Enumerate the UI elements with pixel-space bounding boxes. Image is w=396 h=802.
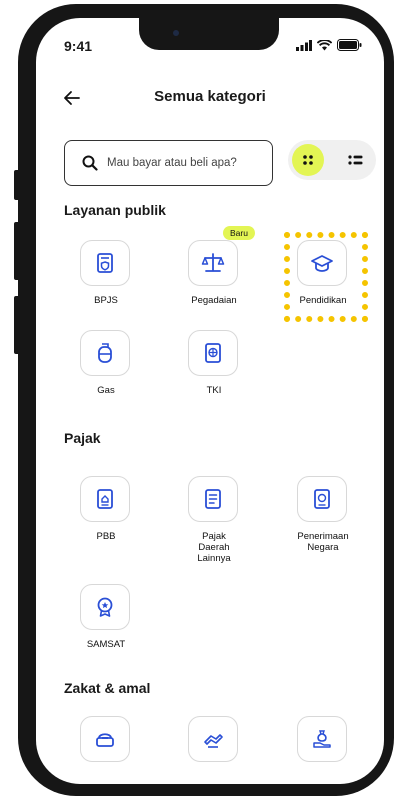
award-badge-icon (97, 597, 113, 617)
category-tki[interactable]: TKI (164, 330, 264, 406)
document-house-icon (97, 489, 113, 509)
category-label: SAMSAT (86, 639, 126, 650)
search-icon (82, 155, 98, 171)
category-icon-box (297, 476, 347, 522)
category-label: Pajak Daerah Lainnya (197, 531, 231, 564)
section-title-layanan-publik: Layanan publik (64, 202, 166, 218)
category-bpjs[interactable]: BPJS (56, 240, 156, 316)
grid-dots-icon (303, 155, 313, 165)
category-icon-box (297, 716, 347, 762)
section-title-pajak: Pajak (64, 430, 101, 446)
document-money-icon (314, 489, 330, 509)
notch (139, 18, 279, 50)
wifi-icon (317, 39, 332, 50)
passport-icon (205, 343, 221, 363)
money-bag-hand-icon (313, 730, 331, 748)
list-view-button[interactable] (340, 144, 372, 176)
category-pajak-daerah-lainnya[interactable]: Pajak Daerah Lainnya (164, 476, 264, 564)
section-title-zakat-amal: Zakat & amal (64, 680, 151, 696)
category-pbb[interactable]: PBB (56, 476, 156, 552)
donation-box-icon (96, 733, 114, 747)
category-label: Pegadaian (191, 295, 237, 306)
scale-icon (201, 253, 225, 272)
category-pegadaian[interactable]: Baru Pegadaian (164, 226, 264, 316)
phone-volume-up (14, 222, 20, 280)
phone-side-button (14, 170, 20, 200)
category-zakat-item-3[interactable] (273, 716, 373, 784)
status-icons (296, 39, 362, 51)
category-label: TKI (206, 385, 222, 396)
category-label: PBB (96, 531, 116, 542)
category-penerimaan-negara[interactable]: Penerimaan Negara (273, 476, 373, 553)
search-input[interactable]: Mau bayar atau beli apa? (64, 140, 273, 186)
phone-volume-down (14, 296, 20, 354)
category-icon-box (80, 716, 130, 762)
category-gas[interactable]: Gas (56, 330, 156, 406)
document-list-icon (205, 489, 221, 509)
list-icon (348, 155, 363, 165)
category-samsat[interactable]: SAMSAT (56, 584, 156, 660)
category-icon-box (80, 584, 130, 630)
category-icon-box (80, 330, 130, 376)
page-title: Semua kategori (154, 88, 266, 105)
search-placeholder: Mau bayar atau beli apa? (107, 157, 237, 169)
battery-icon (337, 39, 362, 51)
category-icon-box (80, 476, 130, 522)
new-badge: Baru (223, 226, 255, 240)
status-time: 9:41 (64, 38, 93, 54)
hand-giving-icon (204, 734, 223, 748)
screen: 9:41 Semua kategori Mau bayar atau beli … (36, 18, 384, 784)
category-zakat-item-2[interactable] (164, 716, 264, 784)
grid-view-button[interactable] (292, 144, 324, 176)
category-label: BPJS (94, 295, 118, 306)
category-zakat-item-1[interactable] (56, 716, 156, 784)
highlight-frame (284, 232, 368, 322)
card-shield-icon (97, 253, 113, 273)
category-icon-box (188, 240, 238, 286)
category-icon-box (188, 330, 238, 376)
gas-cylinder-icon (98, 343, 112, 363)
header: Semua kategori (36, 84, 384, 112)
signal-icon (296, 39, 312, 51)
category-label: Gas (97, 385, 115, 396)
category-icon-box (188, 716, 238, 762)
category-icon-box (188, 476, 238, 522)
view-toggle (288, 140, 376, 180)
category-label: Penerimaan Negara (297, 531, 349, 553)
category-icon-box (80, 240, 130, 286)
